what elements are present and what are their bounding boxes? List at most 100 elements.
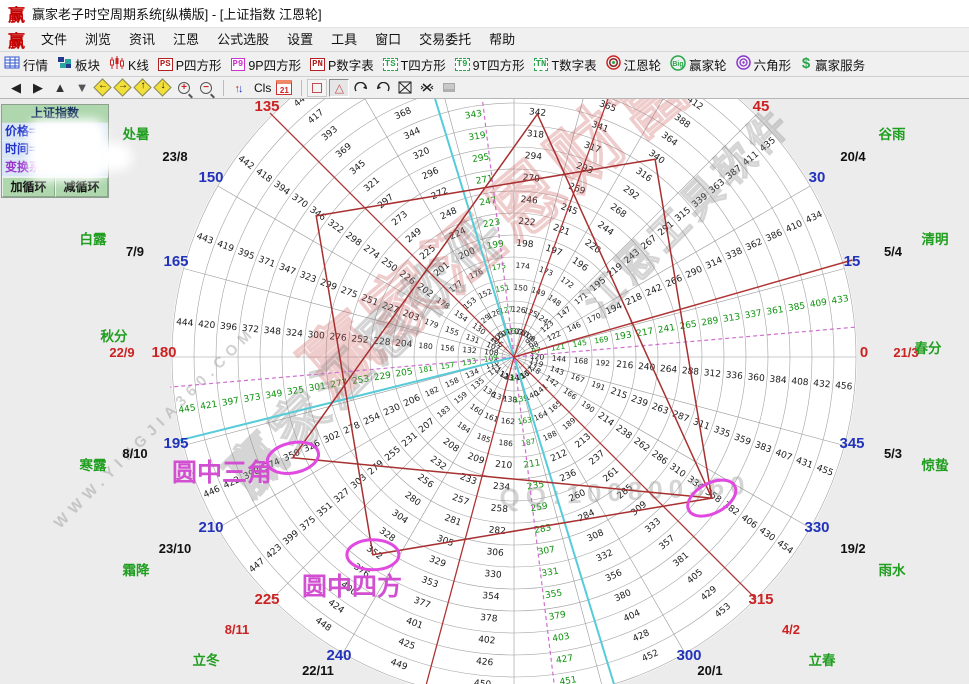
diamond-right-icon[interactable]: → xyxy=(114,79,132,97)
menu-item-帮助[interactable]: 帮助 xyxy=(480,28,524,51)
solar-term-label-30: 谷雨 xyxy=(879,127,907,142)
toolbar-item-label: 赢家轮 xyxy=(689,55,727,74)
angle-label-315: 315 xyxy=(748,591,773,608)
toolbar-item-quotes[interactable]: 行情 xyxy=(4,55,48,74)
date-label-225: 8/11 xyxy=(225,622,250,637)
wheel-number: 132 xyxy=(462,345,477,355)
xbox-icon[interactable] xyxy=(395,79,415,97)
wheel-number: 156 xyxy=(440,343,455,353)
arrow-left-icon[interactable]: ◀ xyxy=(6,79,26,97)
menu-item-窗口[interactable]: 窗口 xyxy=(366,28,410,51)
main-toolbar: 行情板块 K线 PSP四方形 P99P四方形 PNP数字表 TST四方形 T99T四方形 TN… xyxy=(0,52,969,77)
toolbar-item-label: T四方形 xyxy=(401,55,446,74)
wheel-number: 348 xyxy=(263,326,281,338)
table-icon xyxy=(4,56,20,72)
center-mark-icon[interactable] xyxy=(417,79,437,97)
menu-item-交易委托[interactable]: 交易委托 xyxy=(410,28,480,51)
title-bar: 赢 赢家老子时空周期系统[纵横版] - [上证指数 江恩轮] xyxy=(0,0,969,28)
wheel-number: 360 xyxy=(747,373,765,385)
wheel-number: 186 xyxy=(498,438,513,448)
toolbar-item-p-number-table[interactable]: PNP数字表 xyxy=(310,55,374,74)
diamond-down-icon[interactable]: ↓ xyxy=(154,79,172,97)
date-label-210: 23/10 xyxy=(159,541,192,556)
drawing-toolbar: ◀▶▲▼←→↑↓+−↑↓Cls21△ xyxy=(0,77,969,99)
menu-item-公式选股[interactable]: 公式选股 xyxy=(208,28,278,51)
bigwheel-icon: Big xyxy=(670,55,686,74)
angle-label-225: 225 xyxy=(254,591,279,608)
calendar-icon[interactable]: 21 xyxy=(274,79,294,97)
toolbar-item-label: T数字表 xyxy=(551,55,596,74)
price-time-icon[interactable]: ↑↓ xyxy=(229,79,249,97)
angle-label-15: 15 xyxy=(844,253,861,270)
solar-term-label-15: 清明 xyxy=(922,231,949,247)
menu-item-江恩[interactable]: 江恩 xyxy=(164,28,208,51)
wheel-number: 384 xyxy=(769,375,787,387)
arrow-up-icon[interactable]: ▲ xyxy=(50,79,70,97)
solar-term-label-315: 立春 xyxy=(809,652,837,668)
screen-icon xyxy=(439,79,459,97)
boxed-t-number-table-icon: TN xyxy=(534,58,549,71)
wheel-number: 216 xyxy=(616,360,634,372)
toolbar-item-p9-square[interactable]: P99P四方形 xyxy=(231,55,302,74)
toolbar-item-sectors[interactable]: 板块 xyxy=(57,55,100,74)
solar-term-label-150: 处暑 xyxy=(122,126,150,142)
redacted-values-blur-tail xyxy=(98,143,132,171)
svg-text:Big: Big xyxy=(672,61,683,68)
menu-item-文件[interactable]: 文件 xyxy=(32,28,76,51)
diamond-up-icon[interactable]: ↑ xyxy=(134,79,152,97)
dollar-icon: $ xyxy=(800,55,812,73)
toolbar-item-p-square[interactable]: PSP四方形 xyxy=(158,55,222,74)
toolbar-item-label: 9P四方形 xyxy=(248,55,301,74)
toolbar-item-hexagon[interactable]: 六角形 xyxy=(736,55,792,74)
triangle-tool-icon[interactable]: △ xyxy=(329,79,349,97)
angle-label-0: 0 xyxy=(860,344,868,361)
square-annotation: 圆中四方 xyxy=(302,572,402,601)
solar-term-label-180: 秋分 xyxy=(101,328,128,344)
angle-label-330: 330 xyxy=(804,519,829,536)
wheel-number: 336 xyxy=(725,370,743,382)
gann-wheel-chart-area[interactable]: 上证指数 价格=时间=变换系数= 加循环减循环 9798991001011021… xyxy=(0,99,969,684)
square-tool-icon[interactable] xyxy=(307,79,327,97)
toolbar-item-winner-service[interactable]: $赢家服务 xyxy=(800,55,865,74)
toolbar-item-label: 六角形 xyxy=(754,55,792,74)
wheel-number: 162 xyxy=(500,416,515,426)
wheel-icon xyxy=(606,55,621,73)
arrow-right-icon[interactable]: ▶ xyxy=(28,79,48,97)
menu-bar: 赢 文件浏览资讯江恩公式选股设置工具窗口交易委托帮助 xyxy=(0,28,969,52)
toolbar-item-t-number-table[interactable]: TNT数字表 xyxy=(534,55,597,74)
toolbar-item-t9-square[interactable]: T99T四方形 xyxy=(455,55,525,74)
arrow-down-icon[interactable]: ▼ xyxy=(72,79,92,97)
gann-wheel-svg[interactable]: 9798991001011021031041051061071081091101… xyxy=(0,99,969,684)
svg-text:$: $ xyxy=(802,55,811,70)
angle-label-30: 30 xyxy=(809,169,826,186)
angle-label-210: 210 xyxy=(198,519,223,536)
angle-label-45: 45 xyxy=(753,99,770,115)
toolbar-item-gann-wheel[interactable]: 江恩轮 xyxy=(606,55,662,74)
diamond-left-icon[interactable]: ← xyxy=(94,79,112,97)
menu-items: 文件浏览资讯江恩公式选股设置工具窗口交易委托帮助 xyxy=(32,28,524,51)
menu-item-工具[interactable]: 工具 xyxy=(322,28,366,51)
menu-item-设置[interactable]: 设置 xyxy=(278,28,322,51)
angle-label-165: 165 xyxy=(163,253,188,270)
wheel-number: 306 xyxy=(486,547,504,559)
toolbar-item-label: 9T四方形 xyxy=(473,55,525,74)
boxed-p-number-table-icon: PN xyxy=(310,58,325,71)
wheel-number: 168 xyxy=(573,356,588,366)
toolbar-item-kline[interactable]: K线 xyxy=(109,55,149,74)
zoom-in-icon[interactable]: + xyxy=(174,79,194,97)
rotate-cw-icon[interactable] xyxy=(351,79,371,97)
solar-term-label-330: 雨水 xyxy=(879,562,907,578)
boxed-p9-square-icon: P9 xyxy=(231,58,246,71)
menu-item-资讯[interactable]: 资讯 xyxy=(120,28,164,51)
toolbar-item-winner-wheel[interactable]: Big 赢家轮 xyxy=(670,55,727,74)
zoom-out-icon[interactable]: − xyxy=(196,79,216,97)
menu-item-浏览[interactable]: 浏览 xyxy=(76,28,120,51)
date-label-195: 8/10 xyxy=(122,446,147,461)
date-label-165: 7/9 xyxy=(126,244,144,259)
date-label-30: 20/4 xyxy=(840,149,866,164)
toolbar-item-t-square[interactable]: TST四方形 xyxy=(383,55,446,74)
rotate-ccw-icon[interactable] xyxy=(373,79,393,97)
cls-button[interactable]: Cls xyxy=(251,81,274,95)
wheel-number: 210 xyxy=(495,460,513,472)
wheel-number: 264 xyxy=(659,364,677,376)
